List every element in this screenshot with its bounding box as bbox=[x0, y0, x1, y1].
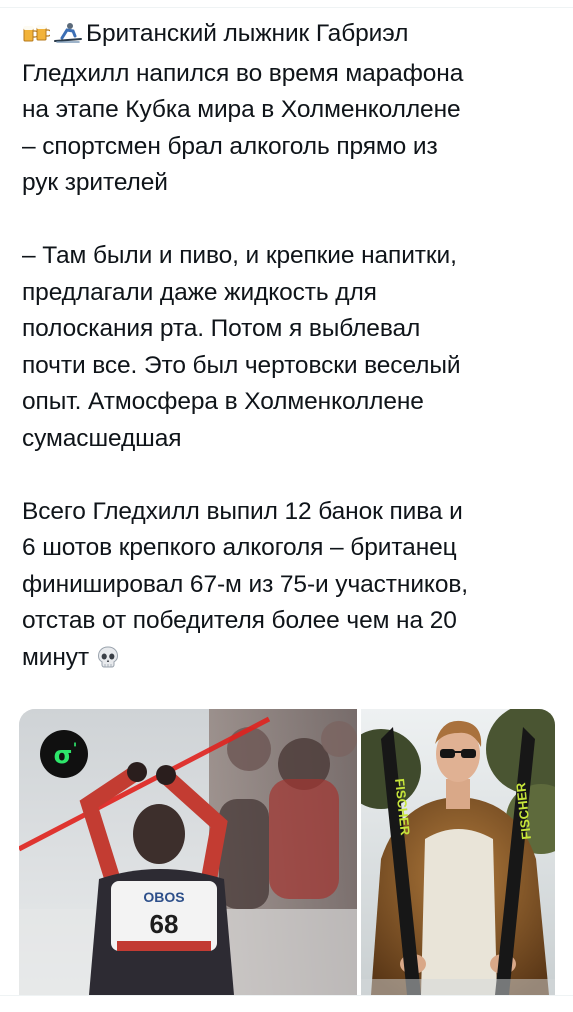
bottom-divider bbox=[0, 995, 573, 1012]
skull-icon bbox=[96, 643, 120, 680]
paragraph-1: Британский лыжник Габриэл Гледхилл напил… bbox=[22, 16, 562, 202]
paragraph-2: – Там были и пиво, и крепкие напитки, пр… bbox=[22, 238, 562, 457]
bib-number: 68 bbox=[150, 909, 179, 939]
photo-skier-finish[interactable]: OBOS 68 σ ' bbox=[19, 709, 357, 995]
paragraph-3-line-5: минут bbox=[22, 643, 90, 671]
paragraph-1-line-3: на этапе Кубка мира в Холменколлене bbox=[22, 96, 461, 123]
paragraph-2-line-4: почти все. Это был чертовски веселый bbox=[22, 351, 461, 379]
post-text: Британский лыжник Габриэл Гледхилл напил… bbox=[22, 16, 562, 679]
paragraph-3: Всего Гледхилл выпил 12 банок пива и 6 ш… bbox=[22, 494, 562, 680]
paragraph-3-line-1: Всего Гледхилл выпил 12 банок пива и bbox=[22, 497, 463, 525]
paragraph-2-line-2: предлагали даже жидкость для bbox=[22, 278, 377, 306]
skier-icon bbox=[53, 19, 83, 56]
bib-sponsor: OBOS bbox=[143, 889, 184, 905]
paragraph-3-line-4: отстав от победителя более чем на 20 bbox=[22, 607, 457, 634]
paragraph-2-line-6: сумасшедшая bbox=[22, 424, 182, 452]
paragraph-1-line-2: Гледхилл напился во время марафона bbox=[22, 59, 464, 87]
channel-logo-mark: ' bbox=[73, 741, 77, 757]
channel-logo: σ bbox=[54, 741, 73, 769]
paragraph-2-line-1: – Там были и пиво, и крепкие напитки, bbox=[22, 242, 457, 269]
paragraph-2-line-3: полоскания рта. Потом я выблевал bbox=[22, 315, 421, 342]
photo-portrait-fur-coat[interactable]: FISCHER FISCHER bbox=[361, 709, 555, 995]
paragraph-1-line-5: рук зрителей bbox=[22, 169, 168, 196]
beer-mugs-icon bbox=[22, 19, 52, 56]
paragraph-1-line-1: Британский лыжник Габриэл bbox=[86, 20, 409, 47]
top-divider bbox=[0, 7, 573, 8]
post-media-grid[interactable]: OBOS 68 σ ' FISCHER FISCHER bbox=[19, 709, 555, 995]
paragraph-2-line-5: опыт. Атмосфера в Холменколлене bbox=[22, 388, 424, 415]
paragraph-3-line-3: финишировал 67-м из 75-и участников, bbox=[22, 570, 468, 598]
paragraph-3-line-2: 6 шотов крепкого алкоголя – британец bbox=[22, 534, 457, 561]
paragraph-1-line-4: – спортсмен брал алкоголь прямо из bbox=[22, 132, 438, 160]
